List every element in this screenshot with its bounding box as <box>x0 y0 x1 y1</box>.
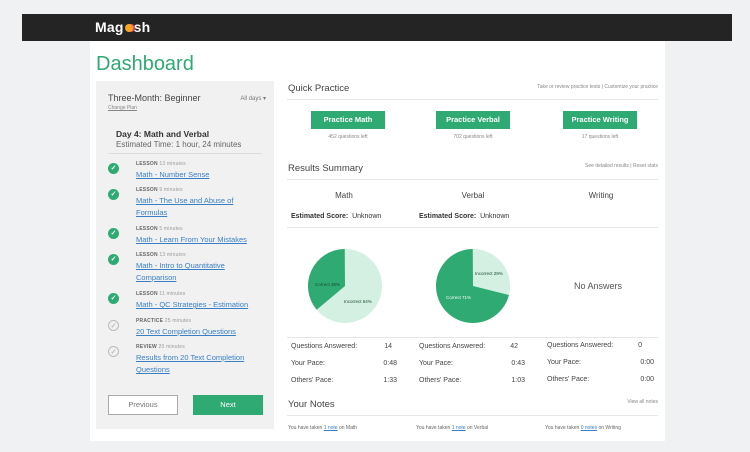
questions-left: 17 questions left <box>581 134 619 140</box>
correct-label: Correct 36% <box>315 282 340 287</box>
math-pie-chart: Correct 36% Incorrect 64% <box>308 249 382 323</box>
stat-value: 0:48 <box>383 360 397 367</box>
notes-link[interactable]: 0 notes <box>581 425 597 431</box>
notes-writing: You have taken 0 notes on Writing <box>545 425 621 431</box>
stat-value: 0:00 <box>640 359 654 366</box>
top-bar: Mag sh <box>22 14 732 41</box>
practice-writing-button[interactable]: Practice Writing <box>563 111 637 129</box>
pending-check-icon: ✓ <box>108 346 119 357</box>
review-link[interactable]: Results from 20 Text Completion Question… <box>136 352 266 376</box>
results-links[interactable]: See detailed results | Reset stats <box>585 163 658 169</box>
stat-label: Your Pace: <box>547 359 581 366</box>
notes-math: You have taken 1 note on Math <box>288 425 358 431</box>
stat-value: 0:43 <box>511 360 525 367</box>
incorrect-label: Incorrect 64% <box>344 299 372 304</box>
divider <box>287 415 658 416</box>
logo-dot-icon <box>124 24 133 32</box>
stat-label: Others' Pace: <box>547 376 590 383</box>
results-summary-heading: Results Summary <box>288 163 363 174</box>
item-kind: LESSON 9 minutes <box>136 187 183 193</box>
math-estimated-score: Estimated Score: Unknown <box>291 213 382 220</box>
view-all-notes-link[interactable]: View all notes <box>627 399 658 405</box>
your-notes-heading: Your Notes <box>288 399 335 410</box>
stat-label: Questions Answered: <box>547 342 614 349</box>
stat-label: Your Pace: <box>419 360 453 367</box>
item-kind: LESSON 13 minutes <box>136 252 186 258</box>
stat-value: 14 <box>384 343 392 350</box>
lesson-link[interactable]: Math - QC Strategies - Estimation <box>136 299 266 311</box>
check-icon: ✓ <box>108 254 119 265</box>
stat-label: Questions Answered: <box>291 343 358 350</box>
stat-label: Others' Pace: <box>291 377 334 384</box>
divider <box>287 99 658 100</box>
practice-link[interactable]: 20 Text Completion Questions <box>136 326 266 338</box>
stat-label: Your Pace: <box>291 360 325 367</box>
estimated-time: Estimated Time: 1 hour, 24 minutes <box>116 140 242 149</box>
lesson-link[interactable]: Math - The Use and Abuse of Formulas <box>136 195 266 219</box>
stat-value: 0:00 <box>640 376 654 383</box>
quick-practice-heading: Quick Practice <box>288 83 350 94</box>
item-kind: PRACTICE 25 minutes <box>136 318 192 324</box>
incorrect-label: Incorrect 29% <box>475 271 503 276</box>
stat-label: Others' Pace: <box>419 377 462 384</box>
questions-left: 702 questions left <box>453 134 493 140</box>
verbal-column-heading: Verbal <box>461 191 485 200</box>
divider <box>287 227 658 228</box>
stat-value: 1:03 <box>511 377 525 384</box>
stat-label: Questions Answered: <box>419 343 486 350</box>
lesson-link[interactable]: Math - Learn From Your Mistakes <box>136 234 266 246</box>
check-icon: ✓ <box>108 228 119 239</box>
plan-name: Three-Month: Beginner <box>108 93 201 103</box>
math-column-heading: Math <box>335 191 353 200</box>
check-icon: ✓ <box>108 163 119 174</box>
day-title: Day 4: Math and Verbal <box>116 129 210 139</box>
page-title: Dashboard <box>96 53 194 75</box>
days-dropdown[interactable]: All days ▾ <box>240 95 266 102</box>
writing-column-heading: Writing <box>588 191 614 200</box>
stat-value: 0 <box>638 342 642 349</box>
stat-value: 42 <box>510 343 518 350</box>
item-kind: LESSON 5 minutes <box>136 226 183 232</box>
no-answers-text: No Answers <box>574 281 623 291</box>
check-icon: ✓ <box>108 293 119 304</box>
magoosh-logo[interactable]: Mag sh <box>95 19 150 35</box>
correct-label: Correct 71% <box>446 295 471 300</box>
dashboard-page: Dashboard Three-Month: Beginner All days… <box>90 41 665 441</box>
verbal-pie-chart: Incorrect 29% Correct 71% <box>436 249 510 323</box>
notes-link[interactable]: 1 note <box>452 425 466 431</box>
lesson-link[interactable]: Math - Intro to Quantitative Comparison <box>136 260 266 284</box>
next-button[interactable]: Next <box>193 395 263 415</box>
item-kind: REVIEW 20 minutes <box>136 344 185 350</box>
check-icon: ✓ <box>108 189 119 200</box>
change-plan-link[interactable]: Change Plan <box>108 105 137 111</box>
item-kind: LESSON 13 minutes <box>136 161 186 167</box>
practice-math-button[interactable]: Practice Math <box>311 111 385 129</box>
notes-link[interactable]: 1 note <box>324 425 338 431</box>
divider <box>287 179 658 180</box>
notes-verbal: You have taken 1 note on Verbal <box>416 425 489 431</box>
verbal-estimated-score: Estimated Score: Unknown <box>419 213 510 220</box>
previous-button[interactable]: Previous <box>108 395 178 415</box>
practice-verbal-button[interactable]: Practice Verbal <box>436 111 510 129</box>
stat-value: 1:33 <box>383 377 397 384</box>
study-plan-panel: Three-Month: Beginner All days ▾ Change … <box>96 81 274 429</box>
lesson-link[interactable]: Math - Number Sense <box>136 169 266 181</box>
divider <box>108 153 262 154</box>
practice-links[interactable]: Take or review practice tests | Customiz… <box>537 84 658 90</box>
pending-check-icon: ✓ <box>108 320 119 331</box>
item-kind: LESSON 11 minutes <box>136 291 186 297</box>
questions-left: 452 questions left <box>328 134 368 140</box>
divider <box>287 337 658 338</box>
